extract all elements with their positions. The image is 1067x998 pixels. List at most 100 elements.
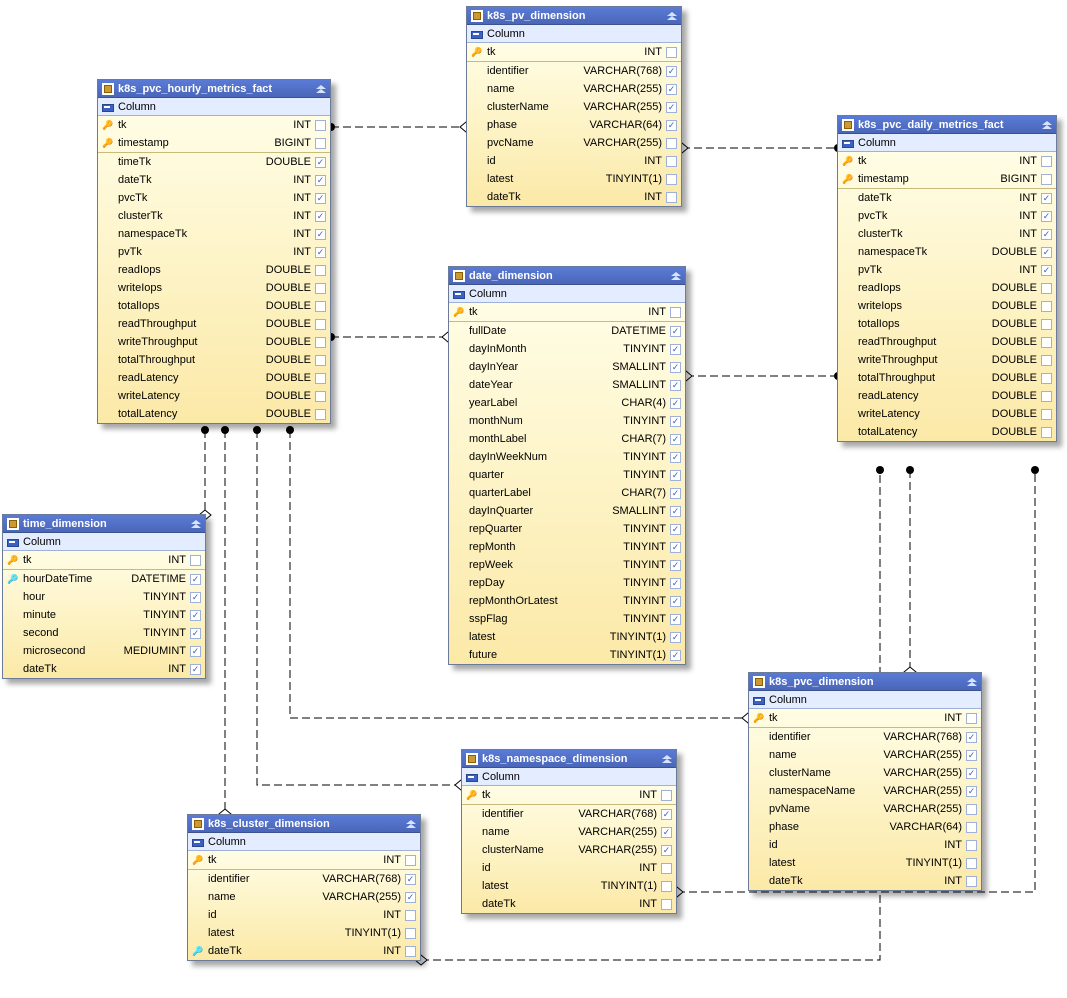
column-row[interactable]: quarterTINYINT✓ (449, 466, 685, 484)
column-row[interactable]: identifierVARCHAR(768)✓ (462, 805, 676, 823)
column-row[interactable]: totalIopsDOUBLE (838, 315, 1056, 333)
nullable-checkbox[interactable]: ✓ (315, 175, 326, 186)
column-row[interactable]: writeThroughputDOUBLE (838, 351, 1056, 369)
nullable-checkbox[interactable]: ✓ (670, 398, 681, 409)
column-row[interactable]: clusterTkINT✓ (98, 207, 330, 225)
column-row[interactable]: repMonthTINYINT✓ (449, 538, 685, 556)
nullable-checkbox[interactable] (315, 373, 326, 384)
nullable-checkbox[interactable]: ✓ (315, 211, 326, 222)
collapse-icon[interactable] (191, 520, 201, 528)
table-date[interactable]: date_dimensionColumntkINTfullDateDATETIM… (448, 266, 686, 665)
nullable-checkbox[interactable] (405, 946, 416, 957)
table-titlebar[interactable]: k8s_namespace_dimension (462, 750, 676, 768)
column-row[interactable]: latestTINYINT(1) (749, 854, 981, 872)
column-row[interactable]: nameVARCHAR(255)✓ (467, 80, 681, 98)
column-row[interactable]: readLatencyDOUBLE (98, 369, 330, 387)
collapse-icon[interactable] (667, 12, 677, 20)
nullable-checkbox[interactable]: ✓ (966, 786, 977, 797)
column-row[interactable]: timestampBIGINT (98, 134, 330, 152)
column-row[interactable]: writeLatencyDOUBLE (98, 387, 330, 405)
collapse-icon[interactable] (406, 820, 416, 828)
column-row[interactable]: writeIopsDOUBLE (838, 297, 1056, 315)
nullable-checkbox[interactable]: ✓ (1041, 211, 1052, 222)
column-row[interactable]: readThroughputDOUBLE (838, 333, 1056, 351)
column-row[interactable]: clusterNameVARCHAR(255)✓ (467, 98, 681, 116)
table-titlebar[interactable]: time_dimension (3, 515, 205, 533)
nullable-checkbox[interactable]: ✓ (670, 488, 681, 499)
column-row[interactable]: dateTkINT (462, 895, 676, 913)
nullable-checkbox[interactable] (315, 301, 326, 312)
column-row[interactable]: dateTkINT✓ (3, 660, 205, 678)
column-row[interactable]: sspFlagTINYINT✓ (449, 610, 685, 628)
column-row[interactable]: tkINT (749, 709, 981, 727)
column-row[interactable]: repWeekTINYINT✓ (449, 556, 685, 574)
column-row[interactable]: secondTINYINT✓ (3, 624, 205, 642)
nullable-checkbox[interactable] (315, 138, 326, 149)
nullable-checkbox[interactable] (1041, 337, 1052, 348)
column-row[interactable]: identifierVARCHAR(768)✓ (749, 728, 981, 746)
column-row[interactable]: writeThroughputDOUBLE (98, 333, 330, 351)
column-row[interactable]: readLatencyDOUBLE (838, 387, 1056, 405)
column-row[interactable]: timeTkDOUBLE✓ (98, 153, 330, 171)
table-titlebar[interactable]: k8s_pvc_daily_metrics_fact (838, 116, 1056, 134)
column-row[interactable]: idINT (462, 859, 676, 877)
nullable-checkbox[interactable]: ✓ (661, 827, 672, 838)
nullable-checkbox[interactable]: ✓ (315, 157, 326, 168)
nullable-checkbox[interactable]: ✓ (670, 326, 681, 337)
collapse-icon[interactable] (967, 678, 977, 686)
nullable-checkbox[interactable]: ✓ (666, 102, 677, 113)
column-row[interactable]: namespaceTkDOUBLE✓ (838, 243, 1056, 261)
column-row[interactable]: idINT (749, 836, 981, 854)
nullable-checkbox[interactable]: ✓ (670, 632, 681, 643)
nullable-checkbox[interactable] (315, 265, 326, 276)
column-row[interactable]: dateTkINT (749, 872, 981, 890)
nullable-checkbox[interactable]: ✓ (670, 380, 681, 391)
nullable-checkbox[interactable] (1041, 355, 1052, 366)
nullable-checkbox[interactable] (315, 319, 326, 330)
nullable-checkbox[interactable] (966, 858, 977, 869)
nullable-checkbox[interactable]: ✓ (315, 193, 326, 204)
nullable-checkbox[interactable]: ✓ (190, 628, 201, 639)
nullable-checkbox[interactable] (315, 409, 326, 420)
nullable-checkbox[interactable]: ✓ (966, 732, 977, 743)
nullable-checkbox[interactable]: ✓ (670, 560, 681, 571)
column-row[interactable]: pvTkINT✓ (98, 243, 330, 261)
nullable-checkbox[interactable]: ✓ (670, 524, 681, 535)
nullable-checkbox[interactable] (1041, 283, 1052, 294)
column-row[interactable]: dayInQuarterSMALLINT✓ (449, 502, 685, 520)
column-row[interactable]: tkINT (462, 786, 676, 804)
nullable-checkbox[interactable]: ✓ (661, 845, 672, 856)
nullable-checkbox[interactable]: ✓ (405, 892, 416, 903)
column-row[interactable]: latestTINYINT(1)✓ (449, 628, 685, 646)
nullable-checkbox[interactable]: ✓ (661, 809, 672, 820)
nullable-checkbox[interactable]: ✓ (190, 610, 201, 621)
column-row[interactable]: tkINT (188, 851, 420, 869)
nullable-checkbox[interactable]: ✓ (670, 614, 681, 625)
column-row[interactable]: writeIopsDOUBLE (98, 279, 330, 297)
nullable-checkbox[interactable] (1041, 301, 1052, 312)
nullable-checkbox[interactable] (315, 355, 326, 366)
nullable-checkbox[interactable]: ✓ (666, 120, 677, 131)
nullable-checkbox[interactable]: ✓ (670, 596, 681, 607)
column-row[interactable]: dayInMonthTINYINT✓ (449, 340, 685, 358)
column-row[interactable]: dateTkINT (467, 188, 681, 206)
column-row[interactable]: tkINT (838, 152, 1056, 170)
nullable-checkbox[interactable] (315, 337, 326, 348)
table-titlebar[interactable]: k8s_cluster_dimension (188, 815, 420, 833)
column-row[interactable]: identifierVARCHAR(768)✓ (188, 870, 420, 888)
column-row[interactable]: pvcTkINT✓ (98, 189, 330, 207)
nullable-checkbox[interactable] (405, 855, 416, 866)
column-row[interactable]: dayInWeekNumTINYINT✓ (449, 448, 685, 466)
column-row[interactable]: phaseVARCHAR(64)✓ (467, 116, 681, 134)
column-row[interactable]: latestTINYINT(1) (188, 924, 420, 942)
nullable-checkbox[interactable]: ✓ (1041, 247, 1052, 258)
nullable-checkbox[interactable] (1041, 427, 1052, 438)
column-row[interactable]: idINT (467, 152, 681, 170)
table-time[interactable]: time_dimensionColumntkINThourDateTimeDAT… (2, 514, 206, 679)
nullable-checkbox[interactable]: ✓ (966, 750, 977, 761)
column-row[interactable]: phaseVARCHAR(64) (749, 818, 981, 836)
nullable-checkbox[interactable] (666, 138, 677, 149)
collapse-icon[interactable] (316, 85, 326, 93)
nullable-checkbox[interactable]: ✓ (190, 574, 201, 585)
nullable-checkbox[interactable] (661, 899, 672, 910)
